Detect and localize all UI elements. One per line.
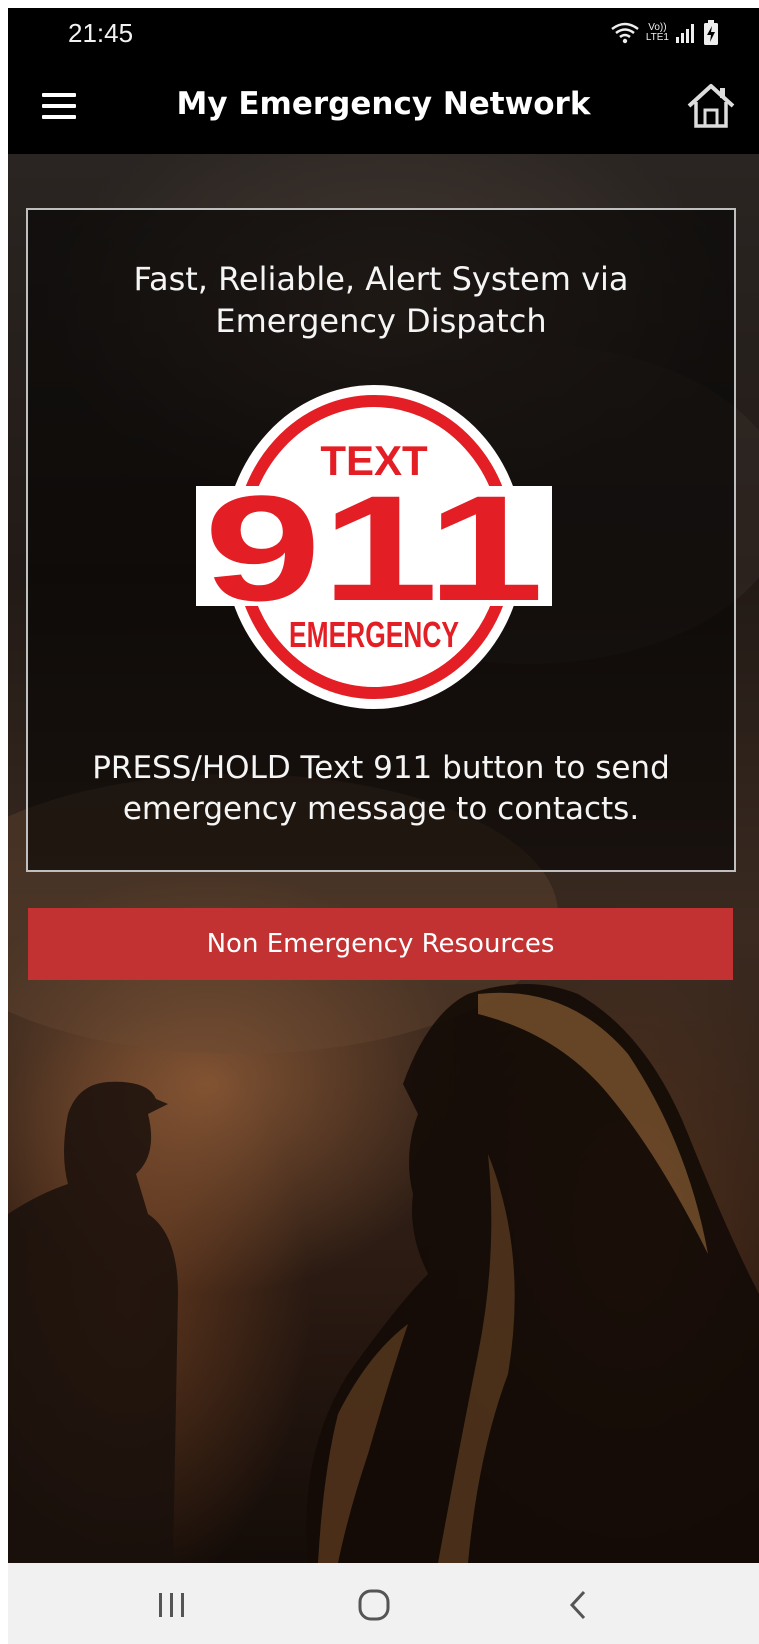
text-911-emergency-logo: TEXT 911 EMERGENCY xyxy=(196,385,552,709)
system-navigation-bar xyxy=(8,1563,759,1644)
text-911-button[interactable]: TEXT 911 EMERGENCY xyxy=(196,382,552,712)
app-bar: My Emergency Network xyxy=(8,60,759,154)
non-emergency-resources-button[interactable]: Non Emergency Resources xyxy=(28,908,733,980)
status-icons: Vo)) LTE1 xyxy=(610,18,719,48)
home-icon xyxy=(687,84,735,128)
signal-icon xyxy=(676,24,694,43)
recent-apps-button[interactable] xyxy=(148,1583,196,1627)
system-home-button[interactable] xyxy=(350,1583,398,1627)
info-card: Fast, Reliable, Alert System via Emergen… xyxy=(26,208,736,872)
logo-number: 911 xyxy=(204,464,544,632)
back-chevron-icon xyxy=(569,1590,586,1620)
phone-screen: 21:45 Vo)) LTE1 My Emergency Network Fas… xyxy=(8,8,759,1563)
home-button[interactable] xyxy=(685,80,737,132)
page-title: My Emergency Network xyxy=(176,86,591,122)
battery-charging-icon xyxy=(704,20,718,45)
back-button[interactable] xyxy=(554,1583,602,1627)
lte-label: LTE1 xyxy=(645,32,669,43)
card-instruction: PRESS/HOLD Text 911 button to send emerg… xyxy=(92,750,670,827)
home-circle-icon xyxy=(358,1589,390,1621)
card-tagline: Fast, Reliable, Alert System via Emergen… xyxy=(133,260,629,340)
status-time: 21:45 xyxy=(68,18,134,48)
wifi-icon xyxy=(611,22,639,44)
logo-bottom-text: EMERGENCY xyxy=(289,614,459,655)
network-label: Vo)) LTE1 xyxy=(646,23,669,43)
recent-apps-icon xyxy=(159,1593,184,1617)
status-bar: 21:45 Vo)) LTE1 xyxy=(8,8,759,60)
non-emergency-button-label: Non Emergency Resources xyxy=(206,929,555,959)
